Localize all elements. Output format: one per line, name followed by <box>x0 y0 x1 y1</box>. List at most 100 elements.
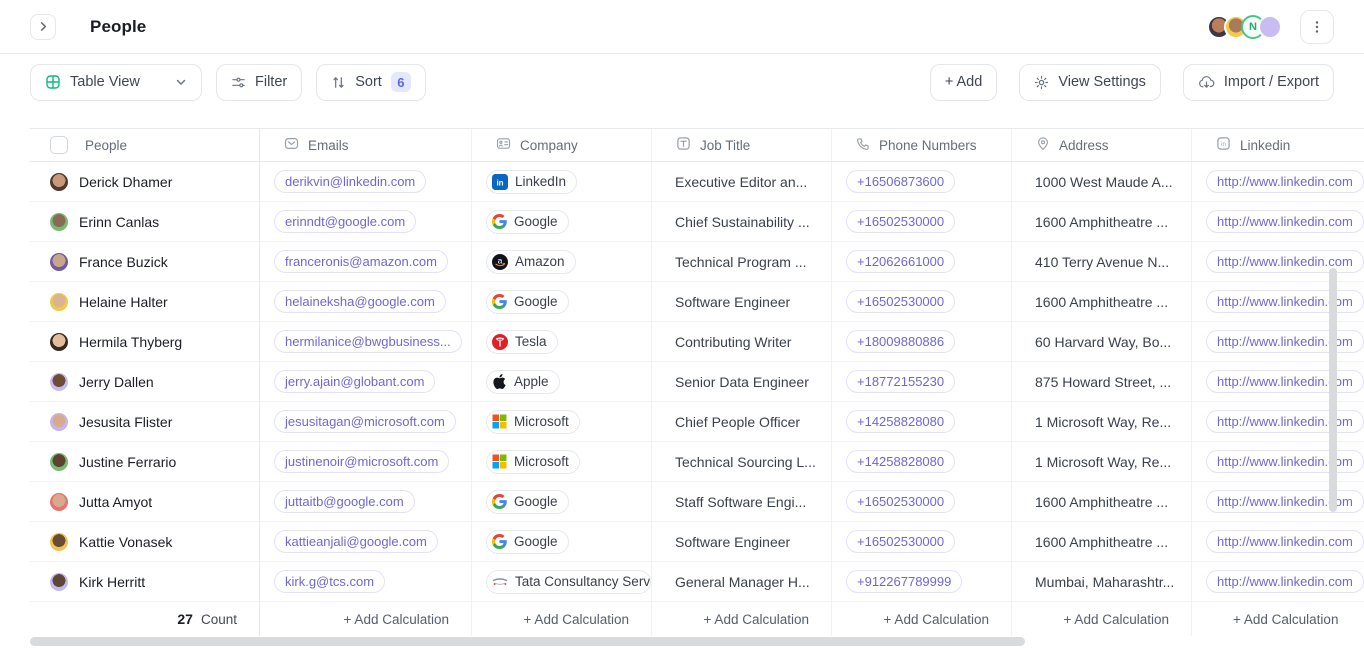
view-settings-button[interactable]: View Settings <box>1019 64 1161 101</box>
count-summary-cell[interactable]: 27Count <box>30 602 260 636</box>
linkedin-chip[interactable]: http://www.linkedin.com <box>1206 170 1364 193</box>
add-calculation-cell[interactable]: + Add Calculation <box>1192 602 1364 636</box>
company-chip[interactable]: Microsoft <box>486 410 580 434</box>
company-chip[interactable]: Microsoft <box>486 450 580 474</box>
phone-chip[interactable]: +14258828080 <box>846 410 955 433</box>
company-chip[interactable]: Tesla <box>486 330 558 354</box>
add-calculation-cell[interactable]: + Add Calculation <box>260 602 472 636</box>
company-chip[interactable]: Apple <box>486 370 560 394</box>
add-calculation-cell[interactable]: + Add Calculation <box>652 602 832 636</box>
person-cell[interactable]: Kattie Vonasek <box>30 522 260 561</box>
email-chip[interactable]: kattieanjali@google.com <box>274 530 438 553</box>
table-row[interactable]: Jerry Dallen jerry.ajain@globant.com Apple… <box>30 362 1364 402</box>
company-chip[interactable]: inLinkedIn <box>486 170 577 194</box>
column-header-company[interactable]: Company <box>472 129 652 161</box>
email-chip[interactable]: jesusitagan@microsoft.com <box>274 410 456 433</box>
column-header-linkedin[interactable]: inLinkedin <box>1192 129 1364 161</box>
more-options-button[interactable] <box>1300 10 1334 44</box>
table-row[interactable]: France Buzick franceronis@amazon.com aAmaz… <box>30 242 1364 282</box>
column-header-phone[interactable]: Phone Numbers <box>832 129 1012 161</box>
vertical-scrollbar[interactable] <box>1329 268 1337 512</box>
email-chip[interactable]: franceronis@amazon.com <box>274 250 448 273</box>
person-cell[interactable]: Derick Dhamer <box>30 162 260 201</box>
company-chip[interactable]: Tata Consultancy Services <box>486 570 651 594</box>
phone-chip[interactable]: +16502530000 <box>846 530 955 553</box>
linkedin-chip[interactable]: http://www.linkedin.com <box>1206 450 1364 473</box>
company-chip[interactable]: Google <box>486 210 569 234</box>
import-export-button[interactable]: Import / Export <box>1183 64 1334 101</box>
filter-button[interactable]: Filter <box>216 64 302 101</box>
linkedin-chip[interactable]: http://www.linkedin.com <box>1206 210 1364 233</box>
linkedin-logo: in <box>492 174 508 190</box>
email-chip[interactable]: helaineksha@google.com <box>274 290 446 313</box>
person-cell[interactable]: Jesusita Flister <box>30 402 260 441</box>
table-row[interactable]: Jesusita Flister jesusitagan@microsoft.co… <box>30 402 1364 442</box>
person-cell[interactable]: Kirk Herritt <box>30 562 260 601</box>
email-chip[interactable]: erinndt@google.com <box>274 210 416 233</box>
email-chip[interactable]: hermilanice@bwgbusiness... <box>274 330 462 353</box>
table-row[interactable]: Kattie Vonasek kattieanjali@google.com Goo… <box>30 522 1364 562</box>
table-row[interactable]: Kirk Herritt kirk.g@tcs.com Tata Consultan… <box>30 562 1364 602</box>
person-cell[interactable]: Erinn Canlas <box>30 202 260 241</box>
add-calculation-cell[interactable]: + Add Calculation <box>832 602 1012 636</box>
table-body: Derick Dhamer derikvin@linkedin.com inLink… <box>0 162 1364 602</box>
email-cell: jesusitagan@microsoft.com <box>260 402 472 441</box>
email-chip[interactable]: jerry.ajain@globant.com <box>274 370 435 393</box>
column-header-job[interactable]: Job Title <box>652 129 832 161</box>
phone-chip[interactable]: +18772155230 <box>846 370 955 393</box>
column-header-address[interactable]: Address <box>1012 129 1192 161</box>
company-chip[interactable]: Google <box>486 530 569 554</box>
horizontal-scrollbar[interactable] <box>30 637 1025 646</box>
linkedin-cell: http://www.linkedin.com <box>1192 482 1364 521</box>
linkedin-chip[interactable]: http://www.linkedin.com <box>1206 410 1364 433</box>
add-calculation-cell[interactable]: + Add Calculation <box>1012 602 1192 636</box>
column-header-emails[interactable]: Emails <box>260 129 472 161</box>
phone-chip[interactable]: +14258828080 <box>846 450 955 473</box>
company-cell: Google <box>472 482 652 521</box>
table-row[interactable]: Hermila Thyberg hermilanice@bwgbusiness..… <box>30 322 1364 362</box>
person-cell[interactable]: Justine Ferrario <box>30 442 260 481</box>
sort-button[interactable]: Sort 6 <box>316 64 426 101</box>
presence-avatar-4[interactable] <box>1258 15 1282 39</box>
phone-chip[interactable]: +12062661000 <box>846 250 955 273</box>
add-button[interactable]: + Add <box>930 64 998 101</box>
add-calculation-cell[interactable]: + Add Calculation <box>472 602 652 636</box>
company-chip[interactable]: Google <box>486 490 569 514</box>
table-row[interactable]: Erinn Canlaserinndt@google.comGoogleChie… <box>30 202 1364 242</box>
sidebar-expand-button[interactable] <box>30 14 56 40</box>
phone-chip[interactable]: +912267789999 <box>846 570 962 593</box>
phone-chip[interactable]: +16502530000 <box>846 490 955 513</box>
linkedin-chip[interactable]: http://www.linkedin.com <box>1206 570 1364 593</box>
table-row[interactable]: Helaine Halter helaineksha@google.com Goog… <box>30 282 1364 322</box>
person-cell[interactable]: Jutta Amyot <box>30 482 260 521</box>
person-name: Derick Dhamer <box>79 174 172 190</box>
column-header-people[interactable]: People <box>30 129 260 161</box>
linkedin-chip[interactable]: http://www.linkedin.com <box>1206 370 1364 393</box>
email-chip[interactable]: justinenoir@microsoft.com <box>274 450 449 473</box>
phone-chip[interactable]: +16502530000 <box>846 290 955 313</box>
linkedin-chip[interactable]: http://www.linkedin.com <box>1206 250 1364 273</box>
email-chip[interactable]: juttaitb@google.com <box>274 490 415 513</box>
person-cell[interactable]: Helaine Halter <box>30 282 260 321</box>
phone-chip[interactable]: +18009880886 <box>846 330 955 353</box>
phone-chip[interactable]: +16506873600 <box>846 170 955 193</box>
person-cell[interactable]: Jerry Dallen <box>30 362 260 401</box>
page-title: People <box>90 17 146 37</box>
linkedin-chip[interactable]: http://www.linkedin.com <box>1206 530 1364 553</box>
table-row[interactable]: Jutta Amyotjuttaitb@google.comGoogleStaf… <box>30 482 1364 522</box>
table-view-selector[interactable]: Table View <box>30 64 202 101</box>
email-chip[interactable]: kirk.g@tcs.com <box>274 570 385 593</box>
company-chip[interactable]: aAmazon <box>486 250 576 274</box>
email-chip[interactable]: derikvin@linkedin.com <box>274 170 426 193</box>
linkedin-chip[interactable]: http://www.linkedin.com <box>1206 330 1364 353</box>
select-all-checkbox[interactable] <box>50 136 68 154</box>
table-row[interactable]: Justine Ferrario justinenoir@microsoft.co… <box>30 442 1364 482</box>
table-row[interactable]: Derick Dhamer derikvin@linkedin.com inLink… <box>30 162 1364 202</box>
person-cell[interactable]: France Buzick <box>30 242 260 281</box>
phone-cell: +16506873600 <box>832 162 1012 201</box>
linkedin-chip[interactable]: http://www.linkedin.com <box>1206 490 1364 513</box>
linkedin-chip[interactable]: http://www.linkedin.com <box>1206 290 1364 313</box>
person-cell[interactable]: Hermila Thyberg <box>30 322 260 361</box>
company-chip[interactable]: Google <box>486 290 569 314</box>
phone-chip[interactable]: +16502530000 <box>846 210 955 233</box>
